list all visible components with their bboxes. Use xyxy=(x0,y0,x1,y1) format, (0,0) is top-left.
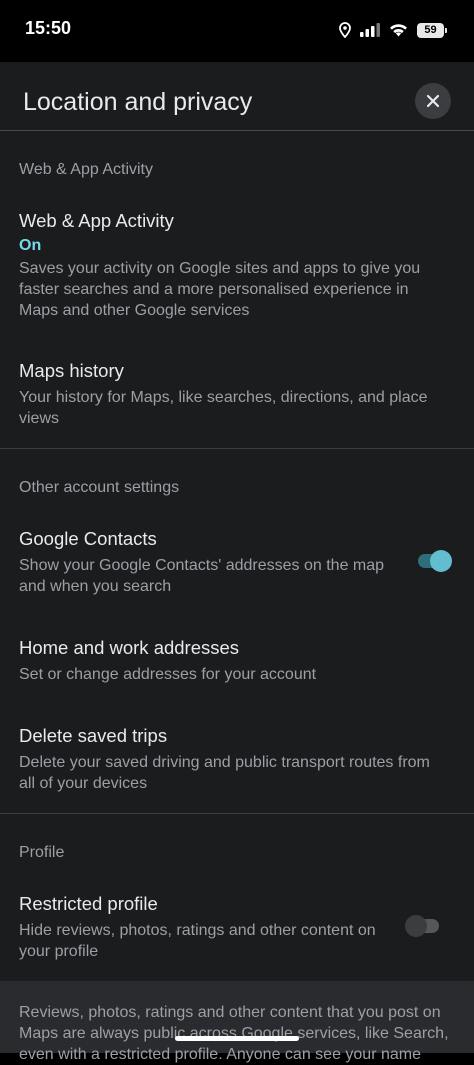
wifi-icon xyxy=(390,24,407,37)
maps-history-subtitle: Your history for Maps, like searches, di… xyxy=(19,389,428,427)
toggle-thumb xyxy=(430,550,452,572)
google-contacts-toggle[interactable] xyxy=(416,550,452,572)
close-icon xyxy=(426,94,440,108)
section-divider xyxy=(0,813,474,814)
sheet-header: Location and privacy xyxy=(0,62,474,131)
section-divider xyxy=(0,448,474,449)
google-contacts-title: Google Contacts xyxy=(19,528,157,549)
section-header-other-settings: Other account settings xyxy=(19,479,180,496)
battery-indicator: 59 xyxy=(417,22,447,38)
web-app-activity-subtitle: Saves your activity on Google sites and … xyxy=(19,260,421,319)
settings-sheet: Location and privacy Web & App Activity … xyxy=(0,62,474,1063)
cellular-signal-icon xyxy=(360,23,380,37)
toggle-thumb xyxy=(405,915,427,937)
home-work-addresses-title: Home and work addresses xyxy=(19,637,240,658)
status-time: 15:50 xyxy=(25,18,72,38)
page-title: Location and privacy xyxy=(23,88,253,116)
restricted-profile-toggle[interactable] xyxy=(405,915,441,937)
delete-saved-trips-subtitle: Delete your saved driving and public tra… xyxy=(19,754,430,792)
delete-saved-trips-title: Delete saved trips xyxy=(19,725,168,746)
section-header-profile: Profile xyxy=(19,844,65,861)
home-work-addresses-subtitle: Set or change addresses for your account xyxy=(19,666,317,683)
footer-text: Reviews, photos, ratings and other conte… xyxy=(19,1004,449,1063)
restricted-profile-title: Restricted profile xyxy=(19,893,158,914)
google-contacts-subtitle: Show your Google Contacts' addresses on … xyxy=(19,557,385,595)
status-icons: 59 xyxy=(339,20,447,40)
section-header-web-app: Web & App Activity xyxy=(19,161,153,178)
info-footer: Reviews, photos, ratings and other conte… xyxy=(0,981,474,1063)
home-indicator[interactable] xyxy=(175,1036,299,1041)
status-bar: 15:50 59 xyxy=(0,0,474,62)
location-pin-icon xyxy=(339,22,351,38)
close-button[interactable] xyxy=(415,83,451,119)
restricted-profile-subtitle: Hide reviews, photos, ratings and other … xyxy=(19,922,376,960)
web-app-activity-status: On xyxy=(19,237,42,254)
maps-history-title: Maps history xyxy=(19,360,124,381)
web-app-activity-title: Web & App Activity xyxy=(19,210,174,231)
